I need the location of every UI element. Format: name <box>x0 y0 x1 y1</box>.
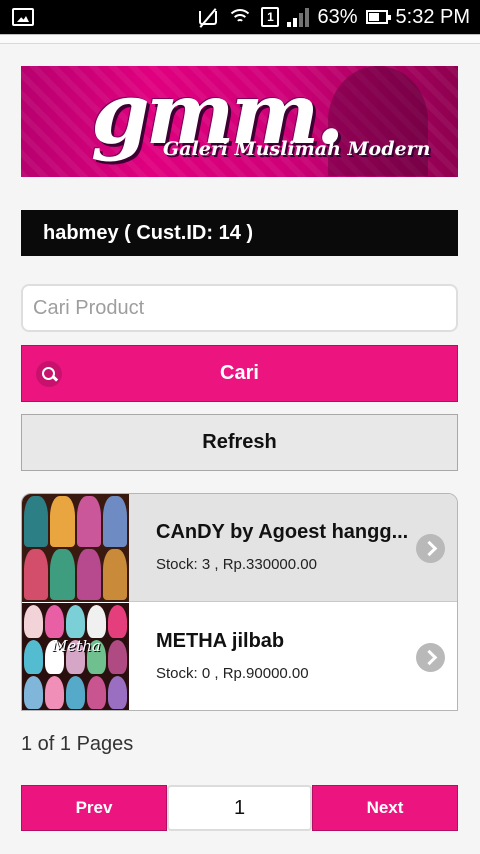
product-name: CAnDY by Agoest hangg... <box>156 521 409 543</box>
product-stock-price: Stock: 3 , Rp.330000.00 <box>156 556 317 573</box>
search-icon <box>36 361 62 387</box>
list-item[interactable]: CAnDY by Agoest hangg... Stock: 3 , Rp.3… <box>22 494 457 602</box>
refresh-button-label: Refresh <box>202 431 277 453</box>
mute-icon <box>197 7 219 27</box>
pagination-bar: Prev Next <box>21 785 458 831</box>
header-divider <box>0 34 480 44</box>
status-bar: 1 63% 5:32 PM <box>0 0 480 34</box>
sim-icon: 1 <box>261 7 280 27</box>
battery-icon <box>365 10 391 24</box>
prev-button[interactable]: Prev <box>21 785 167 831</box>
thumbnail-caption: Metha <box>52 637 101 655</box>
next-button-label: Next <box>366 798 404 817</box>
screenshot-icon <box>12 8 34 26</box>
chevron-right-icon[interactable] <box>416 534 445 563</box>
product-thumbnail <box>22 494 129 602</box>
logo-tagline: Galeri Muslimah Modern <box>163 138 431 160</box>
page-summary: 1 of 1 Pages <box>21 733 134 755</box>
chevron-right-icon[interactable] <box>416 643 445 672</box>
wifi-icon <box>227 7 254 27</box>
prev-button-label: Prev <box>75 798 113 817</box>
page-number-input[interactable] <box>167 785 312 831</box>
customer-bar: habmey ( Cust.ID: 14 ) <box>21 210 458 256</box>
next-button[interactable]: Next <box>312 785 458 831</box>
status-icons: 1 63% 5:32 PM <box>197 4 470 30</box>
product-stock-price: Stock: 0 , Rp.90000.00 <box>156 665 309 682</box>
refresh-button[interactable]: Refresh <box>21 414 458 471</box>
battery-percent: 63% <box>317 5 358 28</box>
search-button[interactable]: Cari <box>21 345 458 402</box>
product-name: METHA jilbab <box>156 630 285 652</box>
search-input[interactable] <box>21 284 458 332</box>
signal-icon <box>287 7 310 27</box>
list-item[interactable]: Metha METHA jilbab Stock: 0 , Rp.90000.0… <box>22 603 457 710</box>
store-banner: gmm. Galeri Muslimah Modern <box>21 66 458 177</box>
product-thumbnail: Metha <box>22 603 129 710</box>
search-button-label: Cari <box>220 362 259 384</box>
product-list: CAnDY by Agoest hangg... Stock: 3 , Rp.3… <box>21 493 458 711</box>
clock: 5:32 PM <box>395 5 470 28</box>
